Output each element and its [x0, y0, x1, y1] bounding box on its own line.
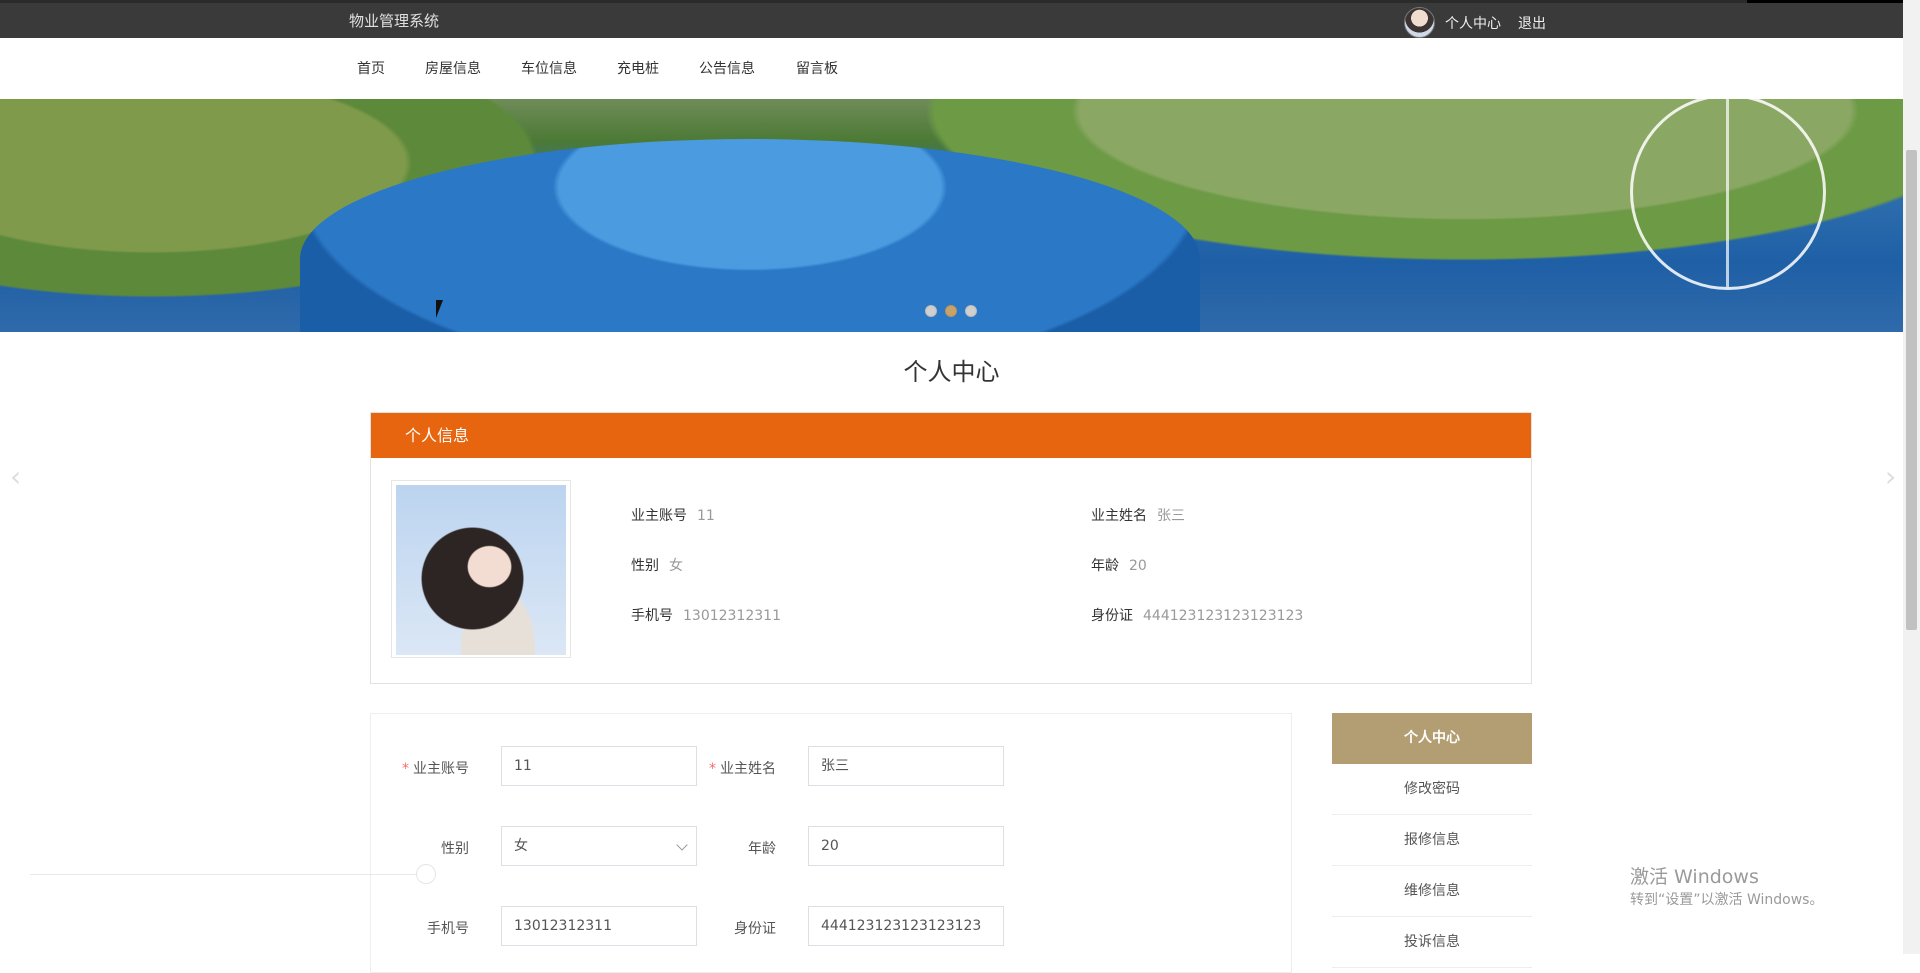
avatar	[396, 485, 566, 655]
info-name-label: 业主姓名	[1091, 508, 1147, 524]
id-card-input[interactable]: 444123123123123123	[808, 906, 1004, 946]
info-id-label: 身份证	[1091, 608, 1133, 624]
logout-link[interactable]: 退出	[1518, 13, 1546, 33]
slider-track[interactable]	[30, 874, 425, 875]
carousel-indicators	[925, 305, 977, 317]
info-gender-value: 女	[669, 558, 683, 574]
info-account: 业主账号 11	[631, 505, 715, 525]
nav-item-message-board[interactable]: 留言板	[796, 58, 838, 78]
user-center-link[interactable]: 个人中心	[1445, 13, 1501, 33]
side-menu-maintenance-info[interactable]: 维修信息	[1332, 866, 1532, 917]
carousel-dot-3[interactable]	[965, 305, 977, 317]
carousel-dot-2[interactable]	[945, 305, 957, 317]
info-phone-label: 手机号	[631, 608, 673, 624]
profile-edit-form: * 业主账号 11 * 业主姓名 张三 性别 女 年龄 20 手机号 1301231…	[370, 713, 1292, 973]
slider-handle[interactable]	[416, 864, 436, 884]
personal-info-panel: 个人信息 业主账号 11 业主姓名 张三 性别女 年龄 20 手机号 130123123…	[370, 412, 1532, 684]
info-age: 年龄 20	[1091, 555, 1147, 575]
info-account-value: 11	[697, 508, 715, 524]
side-menu-repair-info[interactable]: 报修信息	[1332, 815, 1532, 866]
gender-select-value: 女	[514, 838, 528, 854]
info-phone-value: 13012312311	[683, 608, 781, 624]
mouse-cursor-icon	[436, 300, 443, 318]
age-input[interactable]: 20	[808, 826, 1004, 866]
info-gender: 性别女	[631, 555, 683, 575]
side-menu-user-center[interactable]: 个人中心	[1332, 713, 1532, 764]
name-field-label: * 业主姓名	[666, 758, 776, 778]
top-bar: 物业管理系统 个人中心 退出	[0, 0, 1920, 38]
info-name-value: 张三	[1157, 508, 1185, 524]
name-label-text: 业主姓名	[720, 761, 776, 777]
info-account-label: 业主账号	[631, 508, 687, 524]
required-mark: *	[709, 761, 716, 777]
activation-watermark-title: 激活 Windows	[1630, 866, 1759, 888]
nav-item-parking-info[interactable]: 车位信息	[521, 58, 577, 78]
id-field-label: 身份证	[734, 921, 776, 937]
main-nav: 首页 房屋信息 车位信息 充电桩 公告信息 留言板	[0, 38, 1903, 99]
age-field-label: 年龄	[748, 841, 776, 857]
required-mark: *	[402, 761, 409, 777]
window-edge	[1747, 0, 1903, 3]
next-arrow-icon[interactable]: ›	[1885, 460, 1896, 493]
nav-item-house-info[interactable]: 房屋信息	[425, 58, 481, 78]
phone-field-label: 手机号	[427, 921, 469, 937]
info-gender-label: 性别	[631, 558, 659, 574]
info-id-card: 身份证 444123123123123123	[1091, 605, 1303, 625]
scrollbar-thumb[interactable]	[1906, 150, 1917, 630]
side-menu: 个人中心 修改密码 报修信息 维修信息 投诉信息	[1332, 713, 1532, 968]
gender-field-label: 性别	[441, 841, 469, 857]
info-phone: 手机号 13012312311	[631, 605, 781, 625]
side-menu-change-password[interactable]: 修改密码	[1332, 764, 1532, 815]
name-input[interactable]: 张三	[808, 746, 1004, 786]
avatar-frame	[391, 480, 571, 658]
side-menu-complaint-info[interactable]: 投诉信息	[1332, 917, 1532, 968]
info-age-label: 年龄	[1091, 558, 1119, 574]
carousel-dot-1[interactable]	[925, 305, 937, 317]
system-title: 物业管理系统	[349, 12, 440, 30]
info-age-value: 20	[1129, 558, 1147, 574]
account-field-label: * 业主账号	[359, 758, 469, 778]
account-label-text: 业主账号	[413, 761, 469, 777]
ferris-wheel-graphic	[1630, 99, 1826, 290]
nav-item-announcements[interactable]: 公告信息	[699, 58, 755, 78]
info-id-value: 444123123123123123	[1143, 608, 1304, 624]
page-title: 个人中心	[903, 358, 1000, 386]
info-panel-header: 个人信息	[371, 413, 1531, 458]
banner-carousel[interactable]	[0, 99, 1903, 332]
info-name: 业主姓名 张三	[1091, 505, 1185, 525]
activation-watermark-subtitle: 转到“设置”以激活 Windows。	[1630, 892, 1824, 908]
nav-item-home[interactable]: 首页	[357, 58, 385, 78]
prev-arrow-icon[interactable]: ‹	[10, 460, 21, 493]
nav-item-charging-pile[interactable]: 充电桩	[617, 58, 659, 78]
user-avatar[interactable]	[1404, 7, 1435, 38]
